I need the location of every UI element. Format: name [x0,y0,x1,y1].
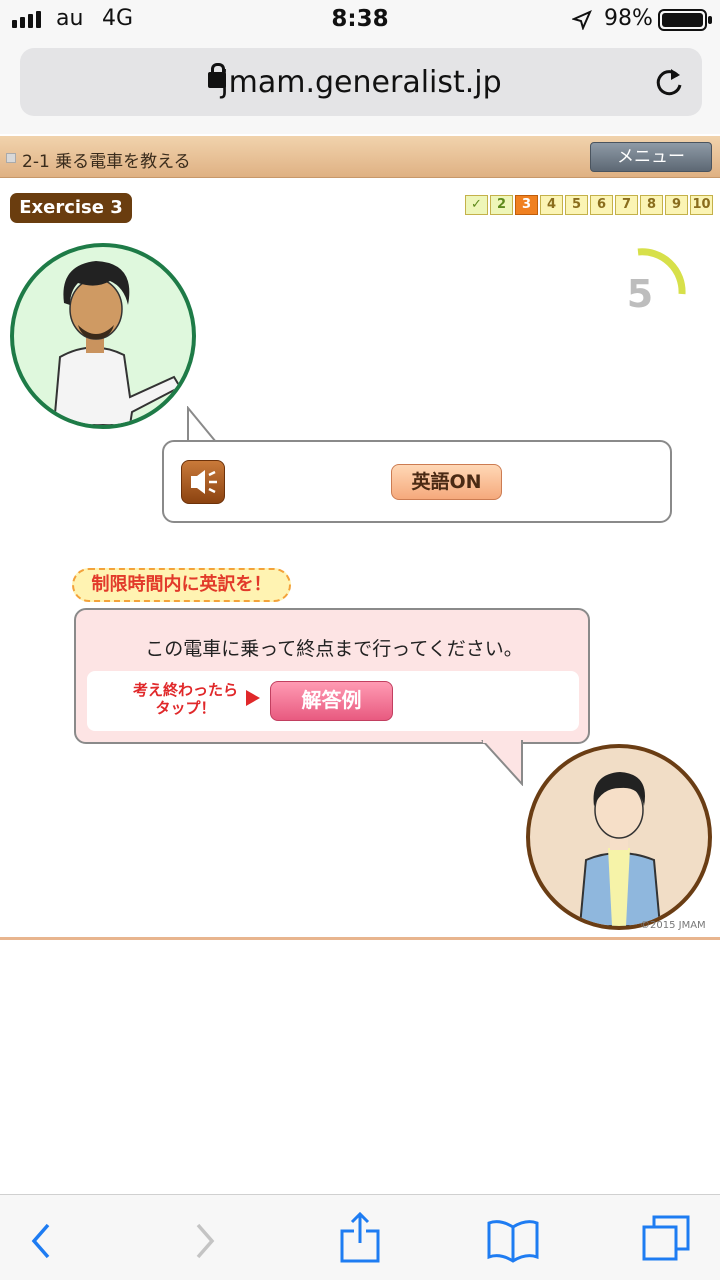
url-text[interactable]: jmam.generalist.jp [20,65,702,100]
speech-bubble-tail [187,406,217,443]
time-limit-label: 制限時間内に英訳を！ [72,568,291,602]
content-divider [0,937,720,940]
step-indicator: ✓ 2 3 4 5 6 7 8 9 10 [465,195,713,215]
english-on-button[interactable]: 英語ON [391,464,502,500]
reload-icon[interactable] [652,66,686,100]
answer-example-button[interactable]: 解答例 [270,681,393,721]
step-5[interactable]: 5 [565,195,588,215]
tap-instruction: 考え終わったら タップ！ [132,681,238,717]
browser-address-area: jmam.generalist.jp [0,40,720,134]
step-3[interactable]: 3 [515,195,538,215]
speaker-glyph [191,470,217,494]
forward-icon[interactable] [190,1221,220,1261]
battery-icon [658,9,712,31]
location-arrow-icon [572,10,592,30]
japanese-avatar [526,744,712,930]
browser-toolbar [0,1194,720,1280]
step-1[interactable]: ✓ [465,195,488,215]
question-speech-bubble: この電車に乗って終点まで行ってください。 考え終わったら タップ！ 解答例 [74,608,590,744]
title-bullet [6,153,16,163]
share-icon[interactable] [338,1211,382,1265]
foreigner-illustration [52,261,182,425]
battery-percent: 98% [604,6,653,31]
step-9[interactable]: 9 [665,195,688,215]
step-10[interactable]: 10 [690,195,713,215]
japanese-illustration [578,772,662,926]
address-bar[interactable]: jmam.generalist.jp [20,48,702,116]
arrow-right-icon [246,690,260,706]
status-bar: au 4G 8:38 98% [0,0,720,40]
timer-count: 5 [626,272,654,316]
back-icon[interactable] [26,1221,56,1261]
lesson-header: 2-1 乗る電車を教える メニュー [0,136,720,178]
exercise-label: Exercise 3 [10,193,132,223]
question-text: この電車に乗って終点まで行ってください。 [145,638,523,660]
english-speech-bubble: 英語ON [162,440,672,523]
answer-row: 考え終わったら タップ！ 解答例 [87,671,579,731]
lesson-title: 2-1 乗る電車を教える [22,152,191,172]
step-4[interactable]: 4 [540,195,563,215]
step-6[interactable]: 6 [590,195,613,215]
speech-bubble-tail [481,740,523,786]
step-8[interactable]: 8 [640,195,663,215]
bookmarks-icon[interactable] [486,1217,540,1263]
copyright-text: ©2015 JMAM [640,920,706,931]
foreigner-avatar [10,243,196,429]
speaker-icon[interactable] [181,460,225,504]
tabs-icon[interactable] [640,1213,692,1265]
menu-button[interactable]: メニュー [590,142,712,172]
step-2[interactable]: 2 [490,195,513,215]
step-7[interactable]: 7 [615,195,638,215]
